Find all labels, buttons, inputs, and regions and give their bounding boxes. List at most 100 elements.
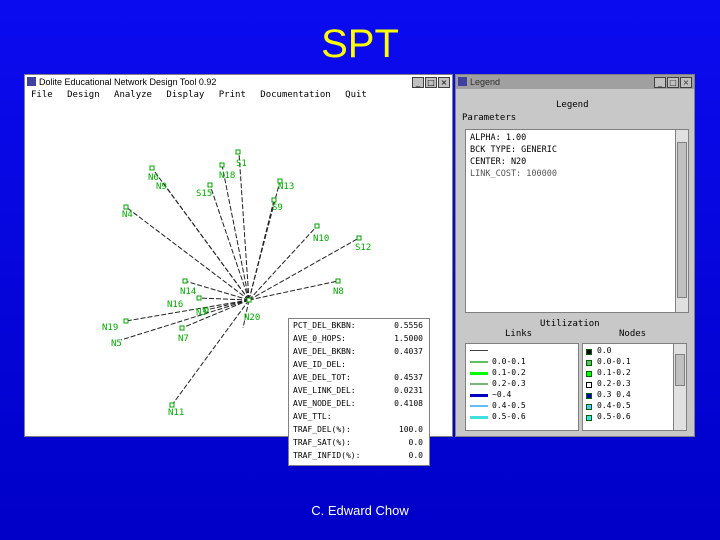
legend-app-icon bbox=[458, 77, 467, 86]
node-label-n18: N18 bbox=[219, 171, 236, 181]
stat-label: TRAF_DEL(%): bbox=[293, 425, 351, 434]
node-label-n14: N14 bbox=[180, 287, 197, 297]
stat-row: AVE_DEL_TOT: 0.4537 bbox=[293, 373, 427, 382]
stat-label: AVE_DEL_BKBN: bbox=[293, 347, 356, 356]
stat-value: 0.5556 bbox=[394, 321, 423, 330]
node-s12[interactable] bbox=[356, 235, 362, 241]
link-n9 bbox=[163, 183, 250, 301]
link-n8 bbox=[248, 280, 339, 301]
node-n4[interactable] bbox=[123, 204, 129, 210]
link-legend-label: 0.2-0.3 bbox=[492, 379, 526, 388]
slide-footer: C. Edward Chow bbox=[311, 503, 409, 518]
node-label-s9: S9 bbox=[272, 203, 283, 213]
node-label-n7: N7 bbox=[178, 334, 189, 344]
nodes-scroll-thumb[interactable] bbox=[675, 354, 685, 386]
node-legend-label: 0.2-0.3 bbox=[597, 379, 631, 388]
menu-quit[interactable]: Quit bbox=[345, 90, 367, 100]
nodes-scrollbar[interactable] bbox=[673, 344, 686, 430]
node-s1[interactable] bbox=[235, 149, 241, 155]
main-window-titlebar[interactable]: Dolite Educational Network Design Tool 0… bbox=[25, 75, 452, 89]
stat-row: TRAF_SAT(%): 0.0 bbox=[293, 438, 427, 447]
link-legend-label: 0.1-0.2 bbox=[492, 368, 526, 377]
stat-label: AVE_ID_DEL: bbox=[293, 360, 346, 369]
stat-value: 0.0231 bbox=[394, 386, 423, 395]
link-swatch bbox=[470, 372, 488, 375]
statistics-panel: PCT_DEL_BKBN: 0.5556 AVE_0_HOPS: 1.5000 AV… bbox=[288, 318, 430, 466]
node-n14[interactable] bbox=[182, 278, 188, 284]
stat-row: AVE_NODE_DEL: 0.4108 bbox=[293, 399, 427, 408]
slide-title: SPT bbox=[321, 22, 399, 66]
node-n11[interactable] bbox=[169, 402, 175, 408]
nodes-label: Nodes bbox=[619, 329, 647, 339]
node-legend-label: 0.3 0.4 bbox=[597, 390, 631, 399]
stat-value: 0.4537 bbox=[394, 373, 423, 382]
node-s15[interactable] bbox=[207, 182, 213, 188]
node-n6[interactable] bbox=[149, 165, 155, 171]
menu-display[interactable]: Display bbox=[166, 90, 204, 100]
link-swatch bbox=[470, 416, 488, 419]
node-n16[interactable] bbox=[196, 295, 202, 301]
link-n16 bbox=[198, 297, 250, 301]
node-legend-label: 0.1-0.2 bbox=[597, 368, 631, 377]
stat-value: 1.5000 bbox=[394, 334, 423, 343]
node-legend-label: 0.0 bbox=[597, 346, 612, 355]
utilization-label: Utilization bbox=[540, 319, 600, 329]
nodes-legend[interactable]: 0.0 0.0-0.1 0.1-0.2 0.2-0.3 0.3 0.4 0.4-… bbox=[582, 343, 687, 431]
legend-minimize-button[interactable]: _ bbox=[654, 77, 666, 88]
parameters-box[interactable]: ALPHA: 1.00 BCK TYPE: GENERIC CENTER: N2… bbox=[465, 129, 689, 313]
node-label-n5: N5 bbox=[111, 339, 122, 349]
stat-value: 100.0 bbox=[398, 425, 423, 434]
legend-window-titlebar[interactable]: Legend _ □ × bbox=[456, 75, 694, 89]
stat-label: TRAF_INFID(%): bbox=[293, 451, 361, 460]
link-n10 bbox=[248, 225, 318, 301]
legend-window-title: Legend bbox=[470, 77, 501, 87]
node-label-n8: N8 bbox=[333, 287, 344, 297]
stat-row: TRAF_INFID(%): 0.0 bbox=[293, 451, 427, 460]
stat-label: AVE_0_HOPS: bbox=[293, 334, 346, 343]
node-s9[interactable] bbox=[271, 197, 277, 203]
legend-maximize-button[interactable]: □ bbox=[667, 77, 679, 88]
links-legend[interactable]: 0.0-0.1 0.1-0.2 0.2-0.3 ~0.4 0.4-0.5 0.5… bbox=[465, 343, 579, 431]
close-button[interactable]: × bbox=[438, 77, 450, 88]
node-n18[interactable] bbox=[219, 162, 225, 168]
parameters-scroll-thumb[interactable] bbox=[677, 142, 687, 298]
node-label-n13: N13 bbox=[278, 182, 295, 192]
node-n20[interactable] bbox=[246, 297, 252, 303]
stat-row: AVE_0_HOPS: 1.5000 bbox=[293, 334, 427, 343]
maximize-button[interactable]: □ bbox=[425, 77, 437, 88]
node-label-n10: N10 bbox=[313, 234, 330, 244]
menu-print[interactable]: Print bbox=[219, 90, 246, 100]
stat-row: AVE_DEL_BKBN: 0.4037 bbox=[293, 347, 427, 356]
stat-row: AVE_TTL: bbox=[293, 412, 427, 421]
menu-analyze[interactable]: Analyze bbox=[114, 90, 152, 100]
stat-value: 0.0 bbox=[408, 438, 423, 447]
menu-design[interactable]: Design bbox=[67, 90, 100, 100]
links-label: Links bbox=[505, 329, 533, 339]
main-window-title: Dolite Educational Network Design Tool 0… bbox=[39, 77, 217, 87]
node-label-n16: N16 bbox=[167, 300, 184, 310]
node-n19[interactable] bbox=[123, 318, 129, 324]
link-swatch bbox=[470, 361, 488, 363]
node-label-n9: N9 bbox=[156, 182, 167, 192]
stat-label: AVE_LINK_DEL: bbox=[293, 386, 356, 395]
legend-close-button[interactable]: × bbox=[680, 77, 692, 88]
menu-file[interactable]: File bbox=[31, 90, 53, 100]
node-label-s12: S12 bbox=[355, 243, 372, 253]
node-swatch bbox=[586, 404, 592, 410]
node-swatch bbox=[586, 371, 592, 377]
node-n7[interactable] bbox=[179, 325, 185, 331]
stat-row: AVE_ID_DEL: bbox=[293, 360, 427, 369]
param-line: BCK TYPE: GENERIC bbox=[470, 145, 557, 155]
minimize-button[interactable]: _ bbox=[412, 77, 424, 88]
node-swatch bbox=[586, 393, 592, 399]
node-n8[interactable] bbox=[335, 278, 341, 284]
stat-label: PCT_DEL_BKBN: bbox=[293, 321, 356, 330]
param-line: CENTER: N20 bbox=[470, 157, 527, 167]
link-legend-label: 0.4-0.5 bbox=[492, 401, 526, 410]
node-legend-label: 0.5-0.6 bbox=[597, 412, 631, 421]
parameters-scrollbar[interactable] bbox=[675, 130, 688, 312]
menu-documentation[interactable]: Documentation bbox=[260, 90, 330, 100]
node-label-s1: S1 bbox=[236, 159, 247, 169]
stat-row: AVE_LINK_DEL: 0.0231 bbox=[293, 386, 427, 395]
node-n10[interactable] bbox=[314, 223, 320, 229]
